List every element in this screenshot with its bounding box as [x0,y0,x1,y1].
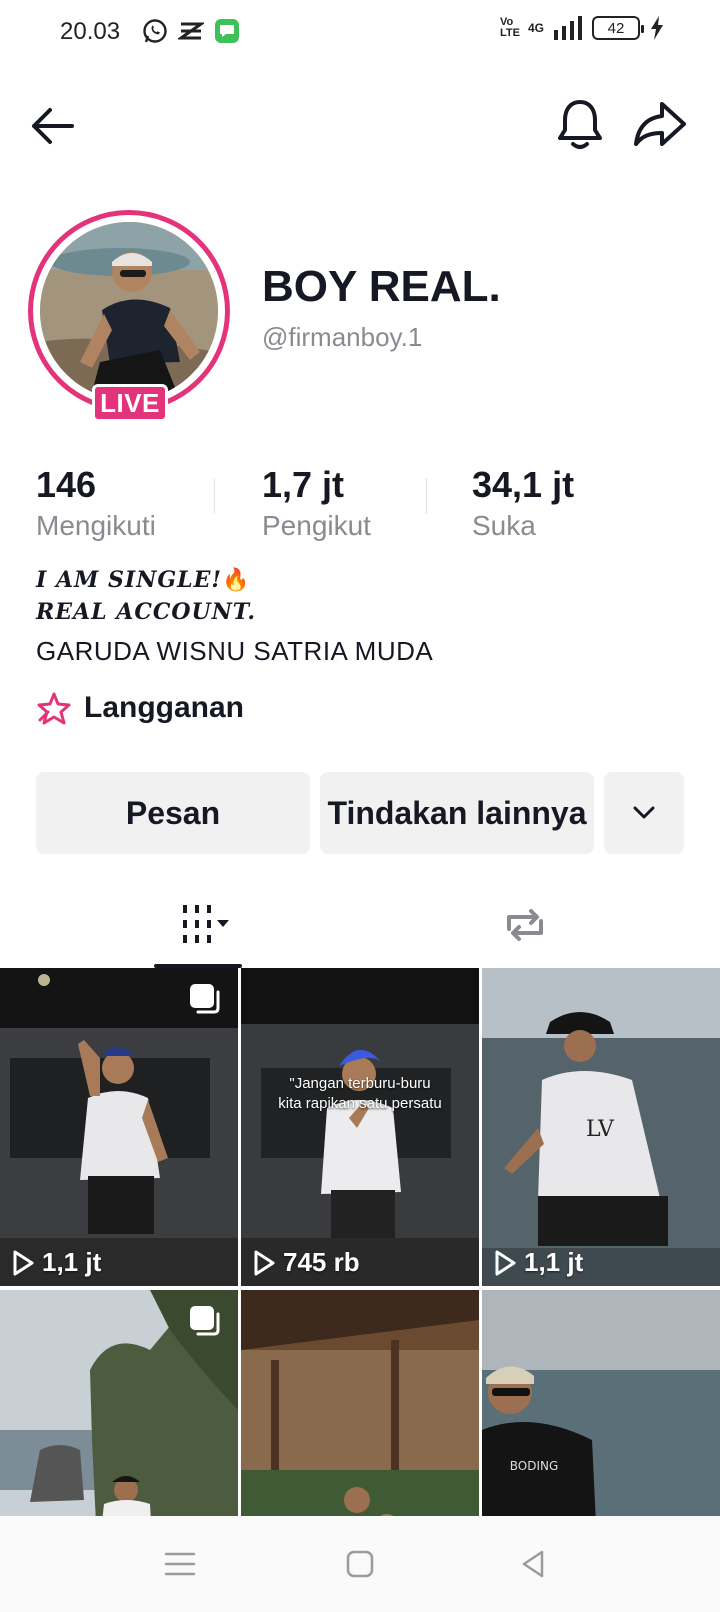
video-tile[interactable]: LV 1,1 jt [482,968,720,1286]
videos-grid-icon [183,905,229,943]
play-icon [13,1250,34,1275]
back-arrow-icon [32,108,74,144]
fire-emoji: 🔥 [222,567,251,593]
battery-level: 42 [607,19,625,37]
volte-label: Vo LTE [499,16,520,39]
stat-label: Mengikuti [36,510,156,541]
video-thumbnail: LV [482,968,720,1286]
view-count: 1,1 jt [42,1247,102,1277]
nav-home-button[interactable] [340,1544,380,1584]
status-bar: 20.03 Vo LTE 4G 42 [0,0,720,64]
stat-label: Pengikut [262,510,371,541]
play-icon [254,1250,275,1275]
more-actions-button[interactable]: Tindakan lainnya [320,772,594,854]
nav-menu-button[interactable] [160,1544,200,1584]
bio: I AM SINGLE!🔥 REAL ACCOUNT. GARUDA WISNU… [36,564,433,667]
video-caption-line-2: kita rapikan satu persatu [278,1095,442,1112]
display-name: BOY REAL. [262,262,501,311]
stat-followers[interactable]: 1,7 jt Pengikut [262,464,371,542]
stat-label: Suka [472,510,536,541]
charging-icon [651,16,663,40]
video-views: 1,1 jt [494,1247,583,1278]
star-icon [37,692,71,725]
status-time: 20.03 [60,18,121,45]
stat-value: 146 [36,464,97,505]
video-caption-line-1: "Jangan terburu-buru [289,1075,431,1092]
stat-divider [426,478,427,514]
content-tabs [0,880,720,970]
status-left-icons [142,18,240,44]
video-thumbnail [241,968,479,1286]
subscription-link[interactable]: Langganan [36,690,244,726]
capcut-icon [178,22,204,40]
video-caption: "Jangan terburu-buru kita rapikan satu p… [241,1074,479,1114]
tab-videos[interactable] [154,880,242,970]
bio-line-1: I AM SINGLE!🔥 [36,564,433,596]
video-tile[interactable]: "Jangan terburu-buru kita rapikan satu p… [241,968,479,1286]
home-icon [346,1550,374,1578]
subscription-label: Langganan [84,691,245,724]
video-views: 745 rb [253,1247,360,1278]
stat-value: 1,7 jt [262,464,345,505]
back-button[interactable] [26,98,82,154]
video-tile[interactable]: 1,1 jt [0,968,238,1286]
stat-divider [214,478,215,514]
profile-topbar [0,84,720,164]
chevron-down-icon [633,806,655,819]
whatsapp-icon [143,19,167,43]
system-nav-bar [0,1516,720,1612]
messages-icon [215,19,239,43]
bell-icon [558,100,602,149]
nav-back-button[interactable] [514,1544,554,1584]
back-icon [522,1550,544,1578]
video-views: 1,1 jt [12,1247,101,1278]
svg-text:BODING: BODING [510,1459,559,1473]
username: @firmanboy.1 [262,322,423,352]
avatar-photo [40,222,218,400]
stat-likes[interactable]: 34,1 jt Suka [472,464,574,542]
menu-icon [164,1552,196,1576]
svg-text:LV: LV [586,1117,615,1142]
reposts-icon [507,909,543,941]
bio-line-2: REAL ACCOUNT. [36,599,256,625]
share-icon [634,102,686,146]
share-button[interactable] [632,96,688,152]
bio-line-1-text: I AM SINGLE! [36,567,223,593]
avatar-ring[interactable] [28,210,230,412]
battery-indicator: 42 [592,16,644,40]
avatar[interactable] [40,222,218,400]
notification-button[interactable] [552,96,608,152]
play-icon [495,1250,516,1275]
view-count: 1,1 jt [524,1247,584,1277]
network-label: 4G [527,21,544,35]
video-grid: 1,1 jt "Jangan terburu-buru kita rapikan… [0,968,720,1608]
stat-following[interactable]: 146 Mengikuti [36,464,156,542]
bio-line-3: GARUDA WISNU SATRIA MUDA [36,636,434,666]
multi-photo-icon [190,1306,220,1336]
stat-value: 34,1 jt [472,464,575,505]
dropdown-button[interactable] [604,772,684,854]
view-count: 745 rb [283,1247,360,1277]
tab-reposts[interactable] [480,880,570,970]
status-right: Vo LTE 4G 42 [500,16,664,40]
live-badge[interactable]: LIVE [92,384,168,422]
message-button[interactable]: Pesan [36,772,310,854]
signal-icon [554,16,582,40]
multi-photo-icon [190,984,220,1014]
